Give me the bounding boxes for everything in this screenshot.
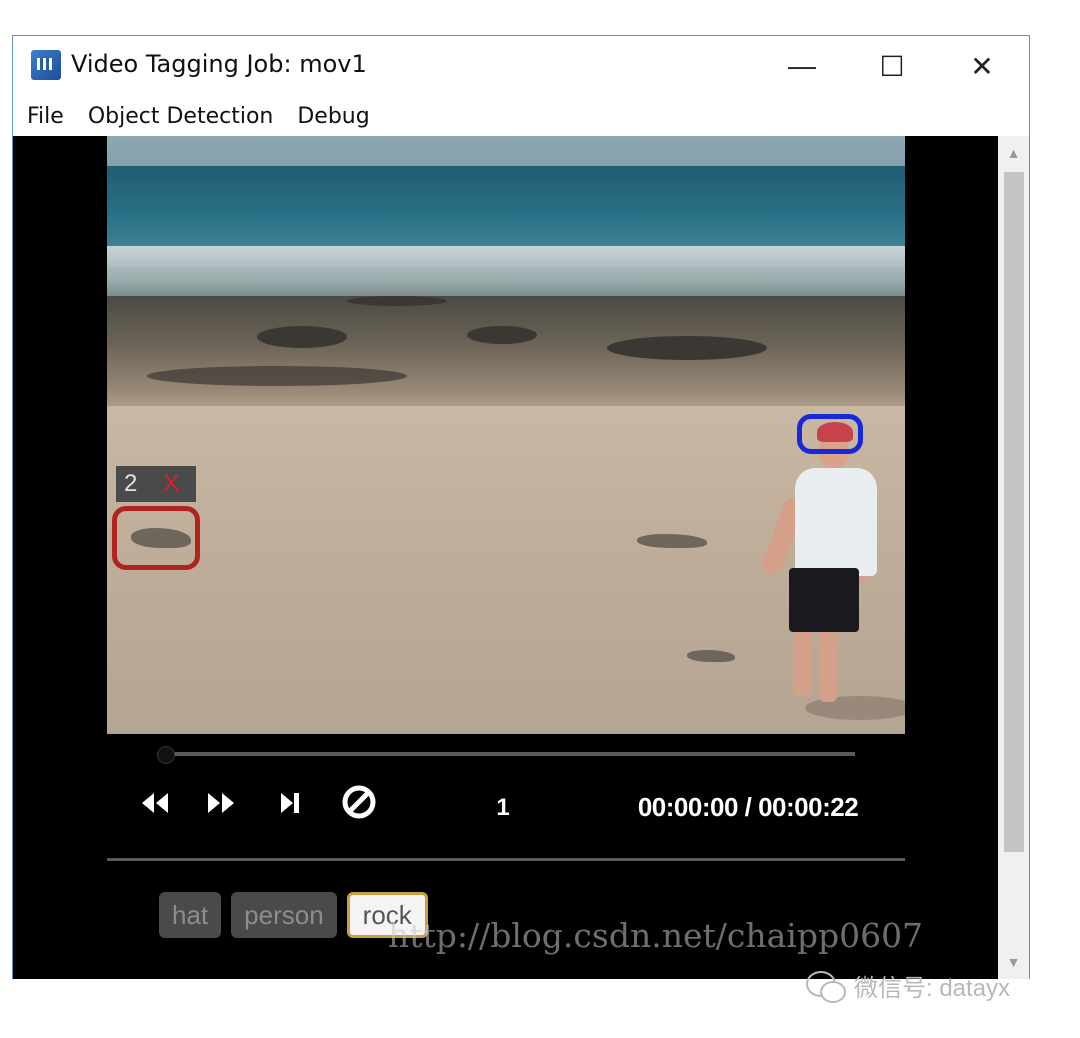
rewind-button[interactable] xyxy=(135,786,175,826)
menu-object-detection[interactable]: Object Detection xyxy=(88,104,274,129)
shore-rocks xyxy=(107,296,905,416)
rock xyxy=(347,296,447,306)
video-frame[interactable]: 2 X xyxy=(107,136,905,734)
tag-hat[interactable]: hat xyxy=(159,892,222,938)
sand xyxy=(107,406,905,734)
tagging-panel: 2 X 1 00:00:00 / 00:00:22 hat person roc… xyxy=(13,136,998,979)
wechat-icon xyxy=(806,970,846,1003)
region-id: 2 xyxy=(124,470,138,497)
progress-track[interactable] xyxy=(157,752,855,756)
region-delete-button[interactable]: X xyxy=(163,470,179,498)
rock xyxy=(607,336,767,360)
wechat-id: 微信号: datayx xyxy=(854,975,1011,1002)
app-film-icon xyxy=(31,50,61,80)
bounding-box-rock[interactable] xyxy=(112,506,200,570)
rock xyxy=(467,326,537,344)
person-leg xyxy=(819,630,837,702)
divider xyxy=(107,858,905,861)
wechat-caption: 微信号: datayx xyxy=(806,968,1010,1003)
frame-number: 1 xyxy=(496,794,510,821)
sand-rock xyxy=(687,650,735,662)
scroll-up-icon[interactable]: ▲ xyxy=(998,138,1029,168)
watermark-url: http://blog.csdn.net/chaipp0607 xyxy=(388,916,924,955)
person-shorts xyxy=(789,568,859,632)
step-forward-icon xyxy=(279,789,301,823)
minimize-button[interactable]: — xyxy=(757,36,847,96)
app-window: Video Tagging Job: mov1 — ☐ ✕ File Objec… xyxy=(12,35,1030,979)
fast-forward-button[interactable] xyxy=(201,786,241,826)
rock xyxy=(147,366,407,386)
progress-handle[interactable] xyxy=(157,746,175,764)
window-title: Video Tagging Job: mov1 xyxy=(71,50,367,78)
clear-tags-button[interactable] xyxy=(339,784,379,828)
step-forward-button[interactable] xyxy=(275,786,305,826)
ban-icon xyxy=(341,784,377,828)
scroll-thumb[interactable] xyxy=(1004,172,1024,852)
sand-rock xyxy=(637,534,707,548)
person-leg xyxy=(793,630,811,696)
rewind-icon xyxy=(140,789,170,823)
bounding-box-hat[interactable] xyxy=(797,414,863,454)
menu-bar: File Object Detection Debug xyxy=(13,96,1029,136)
time-display: 00:00:00 / 00:00:22 xyxy=(637,792,859,822)
close-button[interactable]: ✕ xyxy=(937,36,1027,96)
maximize-button[interactable]: ☐ xyxy=(847,36,937,96)
title-bar[interactable]: Video Tagging Job: mov1 — ☐ ✕ xyxy=(13,36,1029,96)
menu-debug[interactable]: Debug xyxy=(297,104,369,129)
fast-forward-icon xyxy=(206,789,236,823)
vertical-scrollbar[interactable]: ▲ ▼ xyxy=(998,136,1029,979)
rock xyxy=(257,326,347,348)
tag-person[interactable]: person xyxy=(231,892,337,938)
menu-file[interactable]: File xyxy=(27,104,64,129)
person-shirt xyxy=(795,468,877,576)
region-label: 2 X xyxy=(116,466,196,502)
